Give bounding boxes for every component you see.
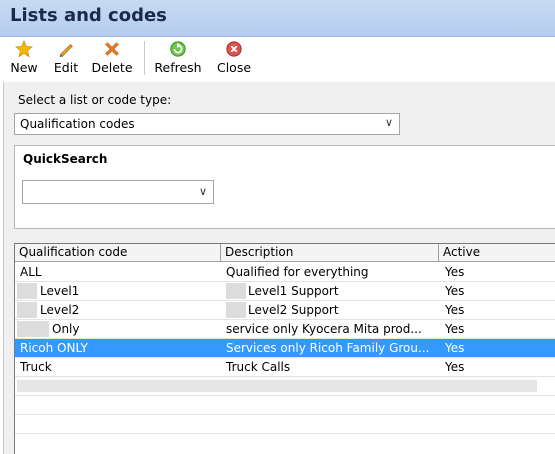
refresh-button-label: Refresh [154,60,202,75]
cell-description: Qualified for everything [226,265,369,279]
grid-header: Qualification code Description Active [15,244,555,262]
refresh-button[interactable]: Refresh [152,37,204,81]
column-header-active[interactable]: Active [439,244,555,262]
cell-active: Yes [445,265,465,279]
pencil-icon [56,39,76,59]
empty-row [15,415,555,434]
list-type-label: Select a list or code type: [18,93,172,107]
cell-description: Level2 Support [248,303,339,317]
table-row[interactable]: Level2 Level2 Support Yes [15,301,555,320]
star-icon [14,39,34,59]
table-row-redacted[interactable] [15,377,555,396]
cell-code: Level1 [40,284,80,298]
cell-active: Yes [445,341,465,355]
chevron-down-icon[interactable]: ∨ [385,116,393,129]
cell-description: Services only Ricoh Family Grou... [226,341,430,355]
edit-button-label: Edit [53,60,79,75]
delete-button[interactable]: Delete [90,37,134,81]
redacted-block [17,283,37,299]
table-row[interactable]: Level1 Level1 Support Yes [15,282,555,301]
redacted-block [17,321,49,337]
toolbar-separator [144,41,145,75]
cell-code: ALL [20,265,42,279]
column-header-description[interactable]: Description [221,244,439,262]
empty-row [15,434,555,453]
list-type-value: Qualification codes [20,117,135,131]
quicksearch-dropdown[interactable]: ∨ [22,180,214,204]
cell-description: Truck Calls [226,360,291,374]
close-button-label: Close [216,60,252,75]
cell-code: Ricoh ONLY [20,341,88,355]
table-row[interactable]: ALL Qualified for everything Yes [15,263,555,282]
new-button[interactable]: New [8,37,40,81]
list-type-dropdown[interactable]: Qualification codes ∨ [14,113,400,135]
window-title: Lists and codes [10,5,167,26]
title-bar: Lists and codes [0,0,555,37]
empty-row [15,396,555,415]
refresh-icon [168,39,188,59]
close-circle-icon [224,39,244,59]
cell-active: Yes [445,360,465,374]
table-row[interactable]: Truck Truck Calls Yes [15,358,555,377]
x-icon [102,39,122,59]
cell-code: Truck [20,360,52,374]
toolbar: New Edit Delete Refresh Close [0,37,555,81]
quicksearch-title: QuickSearch [23,152,108,166]
redacted-block [226,283,246,299]
delete-button-label: Delete [91,60,133,75]
new-button-label: New [10,60,38,75]
table-row[interactable]: Only service only Kyocera Mita prod... Y… [15,320,555,339]
edit-button[interactable]: Edit [52,37,80,81]
cell-description: service only Kyocera Mita prod... [226,322,422,336]
cell-description: Level1 Support [248,284,339,298]
redacted-block [17,302,37,318]
cell-active: Yes [445,322,465,336]
redacted-block [17,380,537,392]
cell-active: Yes [445,303,465,317]
cell-active: Yes [445,284,465,298]
chevron-down-icon[interactable]: ∨ [199,185,207,198]
close-button[interactable]: Close [214,37,254,81]
redacted-block [226,302,246,318]
column-header-code[interactable]: Qualification code [15,244,221,262]
codes-grid: Qualification code Description Active AL… [14,243,555,454]
cell-code: Only [52,322,80,336]
cell-code: Level2 [40,303,80,317]
table-row-selected[interactable]: Ricoh ONLY Services only Ricoh Family Gr… [15,339,555,358]
